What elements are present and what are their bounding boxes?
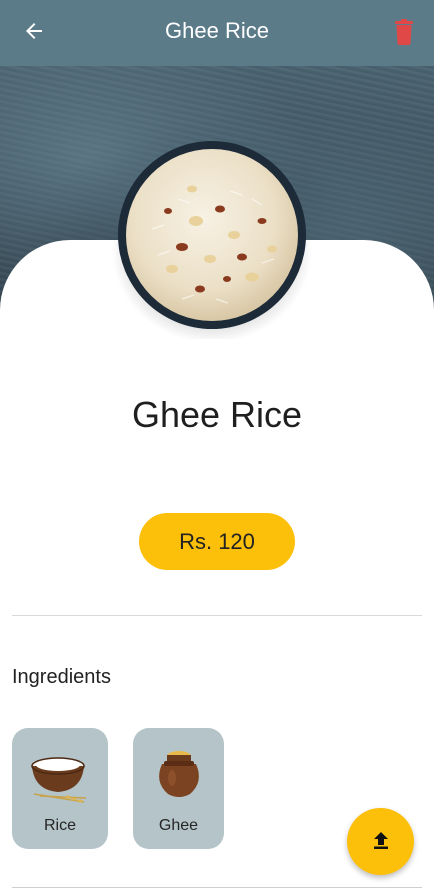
app-bar: Ghee Rice (0, 0, 434, 66)
app-bar-title: Ghee Rice (165, 18, 269, 43)
upload-button[interactable] (347, 808, 414, 875)
ghee-pot-icon (158, 751, 199, 797)
bottom-divider (12, 887, 422, 888)
upload-icon (374, 832, 388, 849)
ingredients-title: Ingredients (12, 666, 111, 688)
ingredient-card-rice[interactable]: Rice (12, 728, 108, 849)
trash-icon (395, 19, 413, 45)
rice-bowl-icon (31, 757, 87, 803)
delete-button[interactable] (394, 19, 414, 45)
divider (12, 615, 422, 616)
dish-name: Ghee Rice (131, 394, 303, 435)
dish-image (112, 139, 312, 343)
ingredient-card-ghee[interactable]: Ghee (133, 728, 224, 849)
ingredient-label: Rice (43, 817, 76, 834)
ingredient-label: Ghee (158, 817, 199, 834)
price-badge: Rs. 120 (139, 513, 295, 570)
